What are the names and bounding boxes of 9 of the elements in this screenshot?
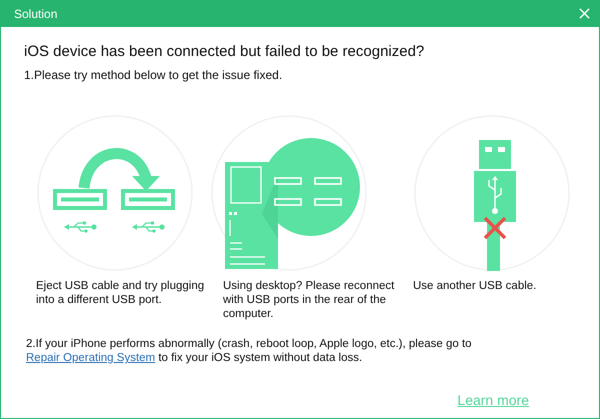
heading: iOS device has been connected but failed to be recognized? [24, 43, 426, 60]
method-caption: Eject USB cable and try plugging into a different USB port. [36, 279, 206, 307]
method-caption: Use another USB cable. [413, 279, 538, 293]
close-icon[interactable] [579, 8, 590, 19]
instruction-text: 2.If your iPhone performs abnormally (crash, reboot loop, Apple logo, etc.), please go to Repair Operating System to fix your iOS system without data loss. [26, 337, 473, 365]
repair-link[interactable]: Repair Operating System [26, 352, 156, 364]
instruction-text: 1.Please try method below to get the issue fixed. [24, 68, 284, 82]
window-title: Solution [14, 6, 58, 20]
method-caption: Using desktop? Please reconnect with USB ports in the rear of the computer. [223, 279, 395, 321]
